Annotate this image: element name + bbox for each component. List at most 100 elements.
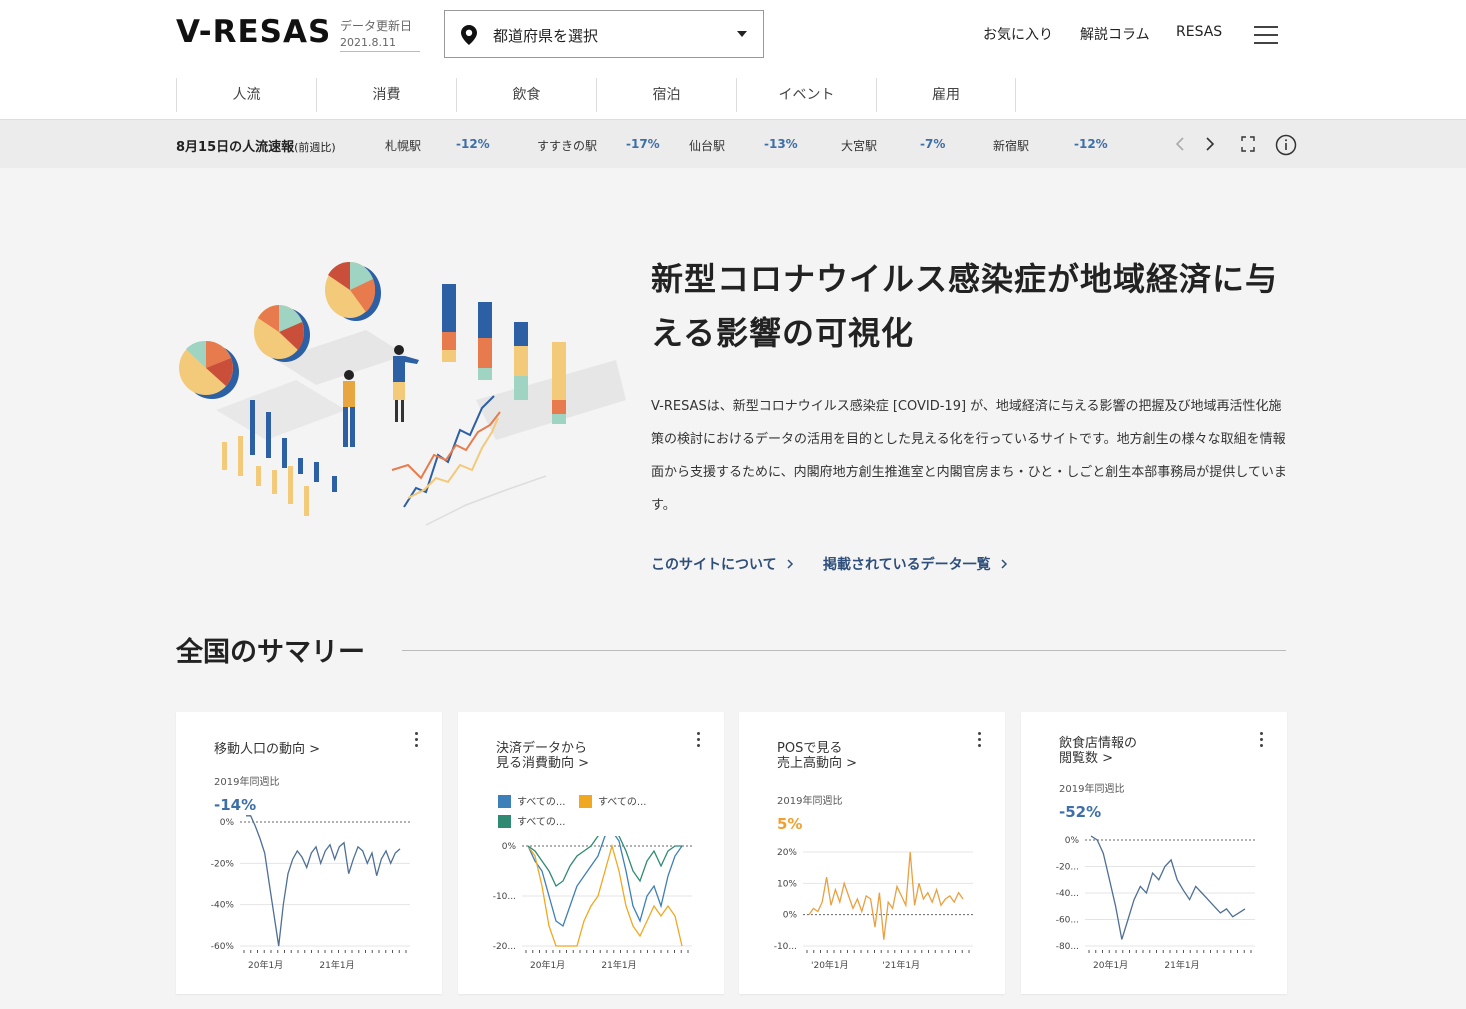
ticker-station[interactable]: すすきの駅 [537, 137, 597, 154]
x-tick-label: '20年1月 [811, 959, 849, 971]
y-tick-label: -20% [211, 859, 235, 869]
legend-item[interactable]: すべての... [498, 813, 565, 828]
hero-description: V-RESASは、新型コロナウイルス感染症 [COVID-19] が、地域経済に… [651, 399, 1287, 513]
chevron-left-icon[interactable] [1173, 134, 1187, 154]
series-line [527, 836, 682, 887]
card-subtitle: 2019年同週比 [777, 796, 843, 807]
site-logo[interactable]: V-RESAS [176, 14, 331, 50]
summary-divider [402, 650, 1286, 651]
y-tick-label: 0% [502, 842, 517, 852]
y-tick-label: -40% [211, 901, 235, 911]
tab-lodging[interactable]: 宿泊 [596, 78, 736, 112]
data-list-link[interactable]: 掲載されているデータ一覧 [823, 554, 1009, 574]
more-options-icon[interactable] [414, 732, 420, 748]
y-tick-label: -20... [493, 942, 516, 952]
flow-ticker: 8月15日の人流速報(前週比) 札幌駅 -12% すすきの駅 -17% 仙台駅 … [0, 120, 1466, 168]
x-tick-label: 20年1月 [248, 959, 283, 971]
update-label: データ更新日 [340, 19, 413, 33]
column-link[interactable]: 解説コラム [1080, 24, 1150, 44]
more-options-icon[interactable] [696, 732, 702, 748]
y-tick-label: 20% [777, 848, 797, 858]
summary-title: 全国のサマリー [176, 637, 365, 668]
info-icon[interactable] [1274, 133, 1298, 157]
y-tick-label: -60% [211, 942, 235, 952]
y-tick-label: -10... [774, 942, 797, 952]
update-info: データ更新日 2021.8.11 [340, 17, 420, 52]
summary-card-mobility: 移動人口の動向 > 2019年同週比 -14% 0% -20% -40% -60% 20… [176, 712, 442, 994]
card-title[interactable]: 移動人口の動向 > [214, 742, 320, 757]
legend-item[interactable]: すべての... [498, 793, 565, 808]
ticker-value: -12% [456, 137, 490, 151]
y-tick-label: 0% [783, 911, 798, 921]
more-options-icon[interactable] [1259, 732, 1265, 748]
card-subtitle: 2019年同週比 [214, 777, 280, 788]
summary-card-restaurant-views: 飲食店情報の 閲覧数 > 2019年同週比 -52% 0% -20... -40..… [1021, 712, 1287, 994]
ticker-value: -12% [1074, 137, 1108, 151]
summary-card-payments: 決済データから 見る消費動向 > すべての... すべての... すべての...… [458, 712, 724, 994]
tab-dining[interactable]: 飲食 [456, 78, 596, 112]
summary-card-pos: POSで見る 売上高動向 > 2019年同週比 5% 20% 10% 0% -10..… [739, 712, 1005, 994]
x-tick-label: 21年1月 [601, 959, 636, 971]
tab-employment[interactable]: 雇用 [876, 78, 1016, 112]
category-tabs: 人流 消費 飲食 宿泊 イベント 雇用 [176, 78, 1016, 112]
ticker-value: -7% [920, 137, 946, 151]
legend-item[interactable]: すべての... [579, 793, 646, 808]
card-title[interactable]: 飲食店情報の 閲覧数 > [1059, 736, 1137, 766]
x-tick-label: '21年1月 [882, 959, 920, 971]
y-tick-label: -60... [1056, 916, 1079, 926]
line-chart: 0% -20% -40% -60% 20年1月 21年1月 [211, 815, 410, 971]
x-tick-label: 21年1月 [1164, 959, 1199, 971]
y-tick-label: -10... [493, 892, 516, 902]
legend-swatch [498, 815, 511, 828]
ticker-value: -13% [764, 137, 798, 151]
card-title[interactable]: 決済データから 見る消費動向 > [496, 741, 589, 771]
ticker-station[interactable]: 札幌駅 [385, 137, 421, 154]
ticker-station[interactable]: 新宿駅 [993, 137, 1029, 154]
x-tick-label: 21年1月 [319, 959, 354, 971]
card-title[interactable]: POSで見る 売上高動向 > [777, 741, 857, 771]
site-header: V-RESAS データ更新日 2021.8.11 都道府県を選択 お気に入り 解… [0, 0, 1466, 120]
hero-illustration [179, 261, 626, 526]
x-tick-label: 20年1月 [1093, 959, 1128, 971]
card-value: 5% [777, 815, 803, 833]
line-chart: 0% -20... -40... -60... -80... 20年1月 21年1月 [1056, 835, 1255, 971]
prefecture-select-label: 都道府県を選択 [493, 27, 599, 45]
y-tick-label: 10% [777, 879, 797, 889]
series-line [1090, 835, 1246, 940]
y-tick-label: -40... [1056, 889, 1079, 899]
caret-down-icon [737, 31, 747, 37]
ticker-title: 8月15日の人流速報(前週比) [176, 140, 336, 155]
tab-consumption[interactable]: 消費 [316, 78, 456, 112]
prefecture-select[interactable]: 都道府県を選択 [444, 10, 764, 58]
y-tick-label: 0% [1065, 836, 1080, 846]
tab-events[interactable]: イベント [736, 78, 876, 112]
legend-swatch [498, 795, 511, 808]
chevron-right-icon [1001, 559, 1008, 569]
update-date: 2021.8.11 [340, 36, 396, 49]
line-chart: 0% -10... -20... 20年1月 21年1月 [493, 836, 692, 971]
tab-people-flow[interactable]: 人流 [176, 78, 316, 112]
hero-title: 新型コロナウイルス感染症が地域経済に与える影響の可視化 [651, 260, 1279, 352]
card-subtitle: 2019年同週比 [1059, 784, 1125, 795]
chevron-right-icon[interactable] [1203, 134, 1217, 154]
series-line [808, 851, 964, 940]
ticker-value: -17% [626, 137, 660, 151]
card-value: -52% [1059, 803, 1102, 821]
resas-link[interactable]: RESAS [1176, 24, 1222, 40]
location-pin-icon [461, 25, 477, 45]
legend-swatch [579, 795, 592, 808]
fullscreen-icon[interactable] [1240, 134, 1256, 154]
hamburger-menu-icon[interactable] [1254, 25, 1278, 45]
y-tick-label: -80... [1056, 942, 1079, 952]
about-site-link[interactable]: このサイトについて [651, 554, 795, 574]
series-line [246, 815, 401, 947]
more-options-icon[interactable] [977, 732, 983, 748]
ticker-station[interactable]: 大宮駅 [841, 137, 877, 154]
line-chart: 20% 10% 0% -10... '20年1月 '21年1月 [774, 848, 973, 971]
x-tick-label: 20年1月 [530, 959, 565, 971]
ticker-station[interactable]: 仙台駅 [689, 137, 725, 154]
chevron-right-icon [787, 559, 794, 569]
y-tick-label: 0% [220, 818, 235, 828]
y-tick-label: -20... [1056, 863, 1079, 873]
favorites-link[interactable]: お気に入り [983, 24, 1053, 44]
